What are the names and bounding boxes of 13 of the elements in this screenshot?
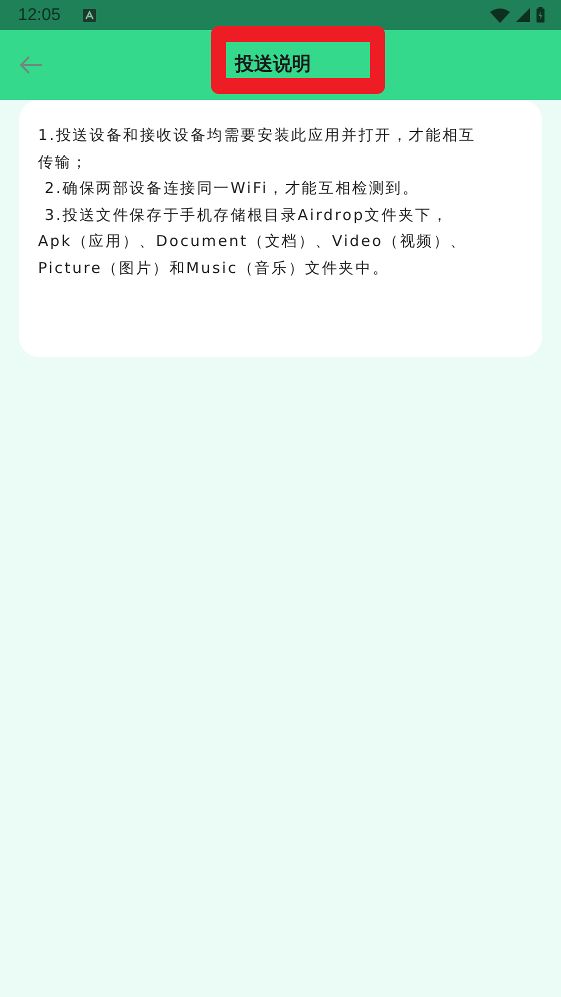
instruction-text: Picture（图片）和Music（音乐）文件夹中。 <box>38 258 390 278</box>
instruction-text: 1.投送设备和接收设备均需要安装此应用并打开，才能相互 <box>38 125 477 146</box>
battery-icon <box>536 7 545 23</box>
instruction-text: Apk（应用）、Document（文档）、Video（视频）、 <box>38 231 468 252</box>
wifi-icon <box>490 8 510 22</box>
back-arrow-icon[interactable] <box>19 56 43 74</box>
instruction-text: 3.投送文件保存于手机存储根目录Airdrop文件夹下， <box>44 204 450 226</box>
status-time: 12:05 <box>18 5 61 25</box>
app-notification-icon <box>82 8 96 22</box>
instruction-text: 2.确保两部设备连接同一WiFi，才能互相检测到。 <box>44 178 420 199</box>
instruction-text: 传输； <box>38 152 90 172</box>
signal-icon <box>516 8 530 22</box>
screen-title: 投送说明 <box>226 42 370 78</box>
